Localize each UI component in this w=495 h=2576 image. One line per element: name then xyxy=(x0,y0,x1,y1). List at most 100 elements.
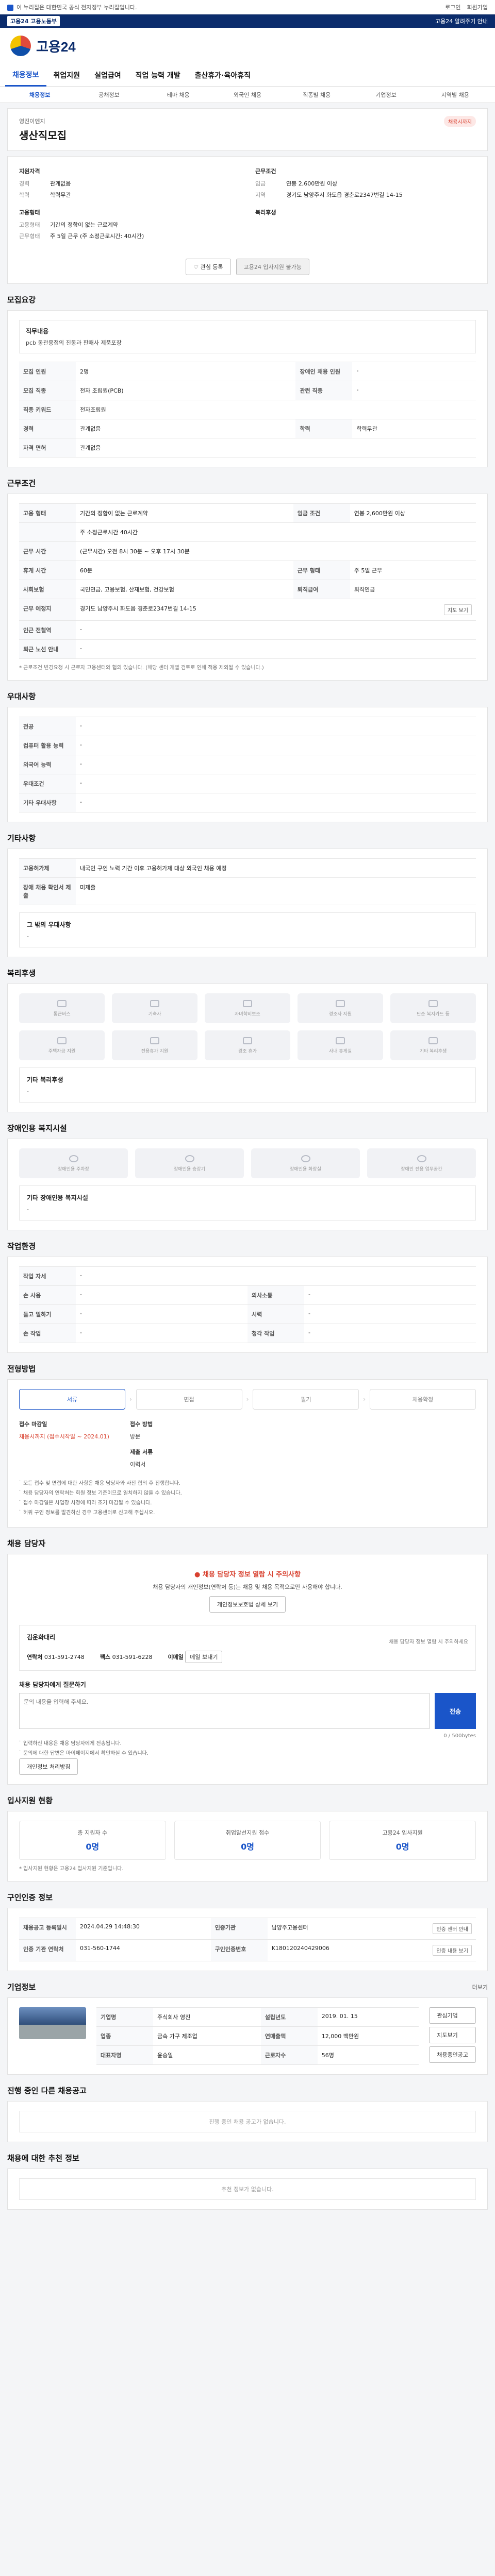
cell-value: - xyxy=(76,1304,248,1324)
subnav-item[interactable]: 지역별 채용 xyxy=(421,91,490,99)
subnav-item[interactable]: 채용정보 xyxy=(5,91,74,99)
question-input[interactable] xyxy=(19,1693,430,1729)
header: 고용24 xyxy=(0,28,495,64)
apply-button[interactable]: 고용24 입사지원 불가능 xyxy=(236,259,309,275)
cell-value: - xyxy=(76,1324,248,1343)
fax-label: 팩스 xyxy=(100,1654,111,1660)
list-item: 문의에 대한 답변은 마이페이지에서 확인하실 수 있습니다. xyxy=(19,1749,476,1756)
other-jobs-card: 진행 중인 채용 공고가 없습니다. xyxy=(7,2101,488,2142)
company-jobs-button[interactable]: 채용중인공고 xyxy=(429,2046,476,2063)
center-info-button[interactable]: 인증 센터 안내 xyxy=(433,1923,472,1934)
send-mail-button[interactable]: 메일 보내기 xyxy=(185,1651,223,1663)
privacy-detail-button[interactable]: 개인정보보호법 상세 보기 xyxy=(209,1596,286,1613)
section-title: 우대사항 xyxy=(7,692,36,701)
cell-value: 국민연금, 고용보험, 산재보험, 건강보험 xyxy=(76,580,293,599)
tile-label: 장애인용 주차장 xyxy=(58,1166,89,1172)
subnav-item[interactable]: 테마 채용 xyxy=(144,91,213,99)
send-button[interactable]: 전송 xyxy=(435,1693,476,1729)
kv-key: 근무형태 xyxy=(19,233,40,240)
subnav-item[interactable]: 외국인 채용 xyxy=(213,91,282,99)
nav-item-jobs[interactable]: 채용정보 xyxy=(5,64,46,87)
step-final: 채용확정 xyxy=(370,1389,476,1410)
cell-key: 전공 xyxy=(19,717,76,736)
privacy-policy-button[interactable]: 개인정보 처리방침 xyxy=(19,1758,78,1775)
table-row: 기타 우대사항 - xyxy=(19,793,476,812)
company-name[interactable]: 영진이엔지 xyxy=(19,117,476,125)
cell-key: 퇴직급여 xyxy=(293,580,350,599)
question-title: 채용 담당자에게 질문하기 xyxy=(19,1681,86,1688)
disability-subcard: 기타 장애인용 복지시설 - xyxy=(19,1185,476,1221)
section-header: 기업정보 더보기 xyxy=(7,1981,488,1992)
section-title: 기업정보 xyxy=(7,1982,36,1992)
cell-value: - xyxy=(76,755,476,774)
list-item: 모든 접수 및 면접에 대한 사항은 채용 담당자와 사전 협의 후 진행합니다… xyxy=(19,1479,476,1486)
cell-value: 주 소정근로시간 40시간 xyxy=(76,522,476,542)
cell-value: 12,000 백만원 xyxy=(317,2026,419,2046)
tile-label: 기숙사 xyxy=(148,1011,161,1017)
dorm-icon: 기숙사 xyxy=(112,993,197,1023)
cell-key: 손 작업 xyxy=(19,1324,76,1343)
nav-item-leave[interactable]: 출산휴가·육아휴직 xyxy=(188,70,258,80)
subnav-item[interactable]: 기업정보 xyxy=(351,91,420,99)
conditions-card: 고용 형태 기간의 정함이 없는 근로계약 임금 조건 연봉 2,600만원 이상 주… xyxy=(7,494,488,681)
table-row: 장애 채용 확인서 제출 미제출 xyxy=(19,877,476,905)
subnav-item[interactable]: 직종별 채용 xyxy=(282,91,351,99)
site-logo[interactable]: 고용24 xyxy=(36,37,76,56)
preference-table: 전공 - 컴퓨터 활용 능력 - 외국어 능력 - 우대조건 - 기타 우대사항 - xyxy=(19,717,476,812)
alert-icon: ● xyxy=(194,1571,203,1579)
subcard-title: 그 밖의 우대사항 xyxy=(27,921,71,928)
gov-link[interactable]: 고용24 알려주기 안내 xyxy=(435,17,488,25)
section-title: 진행 중인 다른 채용공고 xyxy=(7,2086,87,2095)
tile-label: 자녀학비보조 xyxy=(235,1011,260,1017)
cell-key: 학력 xyxy=(295,419,353,438)
table-row: 외국어 능력 - xyxy=(19,755,476,774)
cell-value: 031-560-1744 xyxy=(76,1939,211,1961)
cell-key: 인근 전철역 xyxy=(19,620,76,640)
bookmark-button[interactable]: ♡ 관심 등록 xyxy=(186,259,231,275)
process-notes: 모든 접수 및 면접에 대한 사항은 채용 담당자와 사전 협의 후 진행합니다… xyxy=(19,1479,476,1516)
cell-value: (근무시간) 오전 8시 30분 ~ 오후 17시 30분 xyxy=(76,541,476,561)
list-item: 채용 담당자의 연락처는 회원 정보 기준이므로 일치하지 않을 수 있습니다. xyxy=(19,1488,476,1496)
cell-key: 대표자명 xyxy=(96,2045,153,2065)
section-title: 채용에 대한 추천 정보 xyxy=(7,2154,79,2163)
login-link[interactable]: 로그인 xyxy=(445,3,460,11)
cert-view-button[interactable]: 인증 내용 보기 xyxy=(433,1945,472,1956)
cell-key: 연매출액 xyxy=(260,2026,318,2046)
nav-item-benefit[interactable]: 실업급여 xyxy=(87,70,128,80)
logo-icon[interactable] xyxy=(10,36,31,56)
conditions-note: * 근로조건 변경요청 시 근로자 고용센터와 협의 있습니다. (해당 센터 … xyxy=(19,665,264,671)
certification-table: 채용공고 등록일시 2024.04.29 14:48:30 인증기관 남양주고용센터 … xyxy=(19,1918,476,1961)
sub-nav: 채용정보 공채정보 테마 채용 외국인 채용 직종별 채용 기업정보 지역별 채… xyxy=(0,87,495,103)
vacation-icon: 전용휴가 지원 xyxy=(112,1030,197,1060)
join-link[interactable]: 회원가입 xyxy=(467,3,488,11)
subcard-title: 기타 복리후생 xyxy=(27,1076,63,1083)
section-title: 복리후생 xyxy=(7,969,36,978)
table-row: 휴게 시간 60분 근무 형태 주 5일 근무 xyxy=(19,561,476,580)
section-title: 입사지원 현황 xyxy=(7,1796,53,1805)
welfare-card-icon: 단순 복지카드 등 xyxy=(390,993,476,1023)
subnav-item[interactable]: 공채정보 xyxy=(74,91,143,99)
table-row: 근무 예정지 경기도 남양주시 화도읍 경춘로2347번길 14-15 지도 보기 xyxy=(19,599,476,621)
summary-label: 복리후생 xyxy=(255,209,276,216)
disability-icons: 장애인용 주차장 장애인용 승강기 장애인용 화장실 장애인 전용 업무공간 xyxy=(19,1148,476,1178)
cell-key: 근로자수 xyxy=(260,2045,318,2065)
section-title: 구인인증 정보 xyxy=(7,1893,53,1902)
elevator-icon: 장애인용 승강기 xyxy=(135,1148,244,1178)
nav-item-training[interactable]: 직업 능력 개발 xyxy=(128,70,188,80)
method-value: 방문 xyxy=(129,1433,141,1440)
cell-key: 구인인증번호 xyxy=(210,1939,268,1961)
table-row: 인증 기관 연락처 031-560-1744 구인인증번호 K180120240429… xyxy=(19,1939,476,1961)
disability-card: 장애인용 주차장 장애인용 승강기 장애인용 화장실 장애인 전용 업무공간 기… xyxy=(7,1139,488,1230)
company-bookmark-button[interactable]: 관심기업 xyxy=(429,2007,476,2024)
nav-item-support[interactable]: 취업지원 xyxy=(46,70,88,80)
map-button[interactable]: 지도 보기 xyxy=(444,604,472,615)
method-label: 접수 방법 xyxy=(129,1421,153,1428)
company-map-button[interactable]: 지도보기 xyxy=(429,2027,476,2043)
stat-value: 0명 xyxy=(86,1842,100,1852)
applicants-note: * 입사지원 현황은 고용24 입사지원 기준입니다. xyxy=(19,1866,124,1872)
table-row: 모집 직종 전자 조립원(PCB) 관련 직종 - xyxy=(19,381,476,400)
table-row: 주 소정근로시간 40시간 xyxy=(19,522,476,542)
more-link[interactable]: 더보기 xyxy=(472,1983,488,1991)
cell-value: 56명 xyxy=(317,2045,419,2065)
stat-label: 총 지원자 수 xyxy=(77,1829,108,1836)
